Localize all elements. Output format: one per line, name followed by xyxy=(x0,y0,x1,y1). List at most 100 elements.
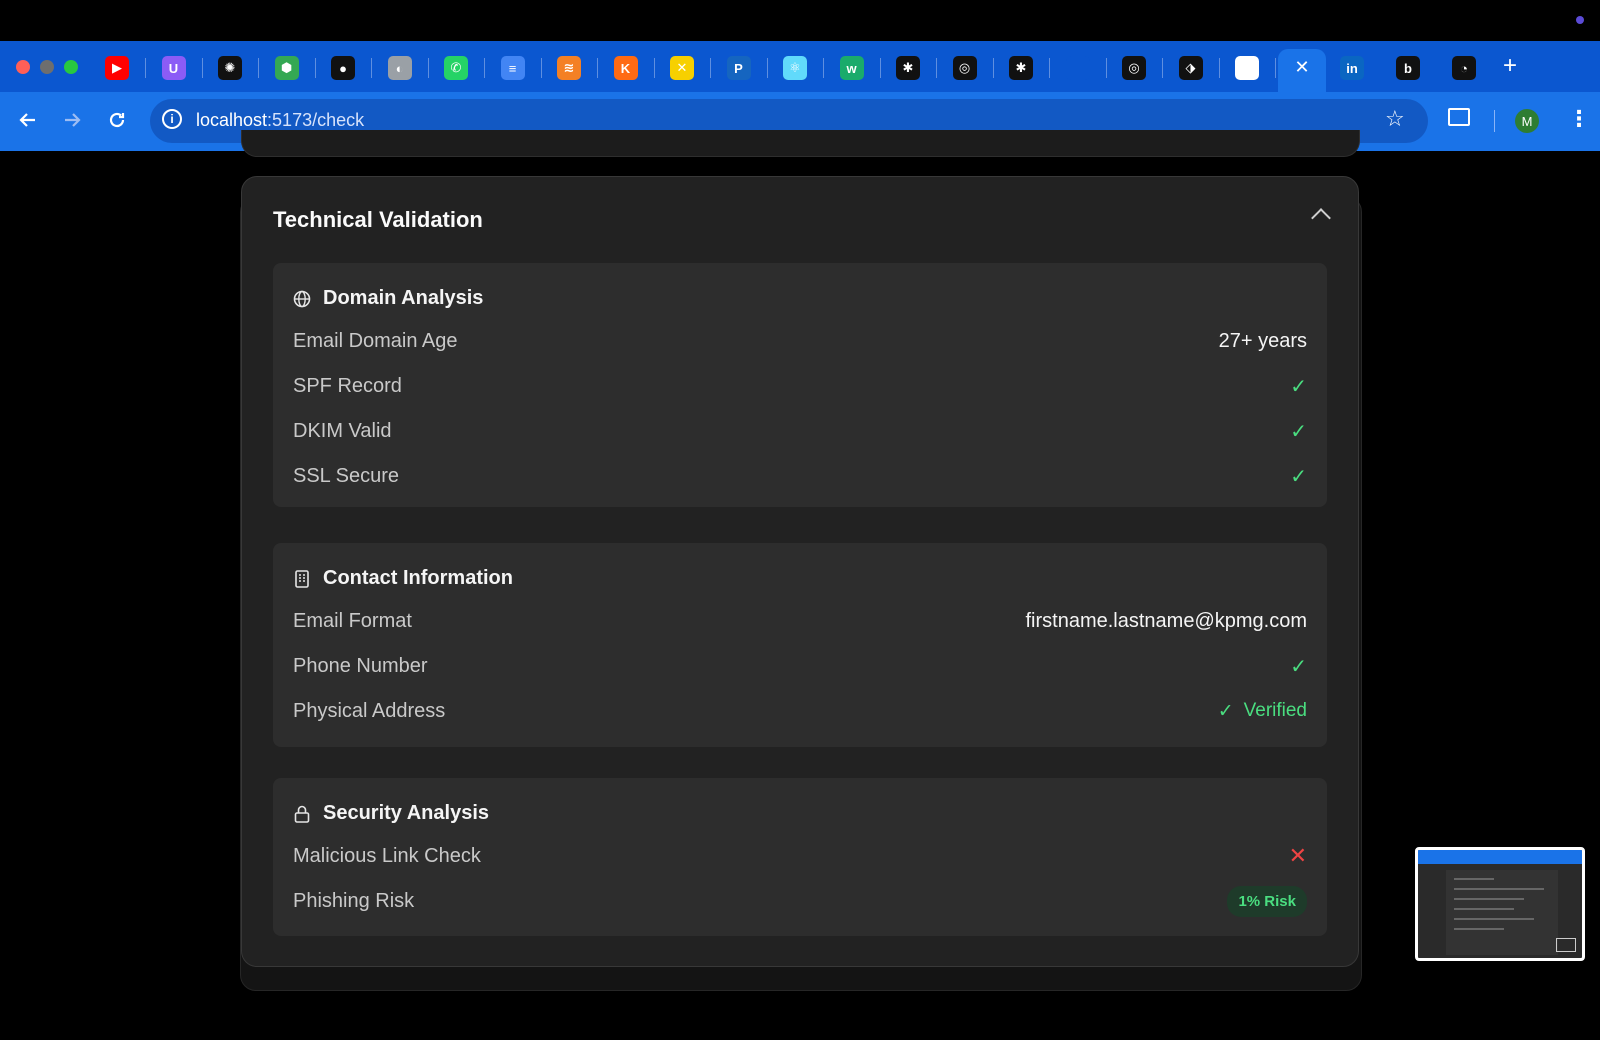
more-menu-icon[interactable]: ⋮ xyxy=(1568,106,1590,132)
list-item: Email Domain Age 27+ years xyxy=(293,326,1307,356)
github-icon[interactable]: ● xyxy=(331,56,355,80)
list-item: Phone Number ✓ xyxy=(293,651,1307,681)
reload-button[interactable] xyxy=(102,105,132,135)
thumbnail-corner xyxy=(1556,938,1576,952)
status-dot xyxy=(1576,16,1584,24)
tab-separator xyxy=(879,58,881,78)
tab-separator xyxy=(710,58,711,78)
swirl-app-icon[interactable]: ◔ xyxy=(1452,56,1476,80)
forward-arrow-icon xyxy=(65,113,81,127)
cube-icon[interactable]: ⬢ xyxy=(274,56,299,80)
docs-icon[interactable]: ≡ xyxy=(500,56,525,80)
url-path: :5173/check xyxy=(267,110,365,130)
close-window-button[interactable] xyxy=(16,60,30,74)
shirt-app-icon[interactable]: ⬗ xyxy=(1178,56,1203,80)
check-icon: ✓ xyxy=(1290,465,1307,488)
tab-separator xyxy=(371,58,372,78)
back-arrow-icon xyxy=(19,113,35,127)
row-value: 27+ years xyxy=(1218,329,1307,352)
risk-badge: 1% Risk xyxy=(1227,885,1307,917)
yellow-app-icon[interactable]: ✕ xyxy=(670,56,694,80)
tab-separator xyxy=(427,58,429,78)
youtube-icon[interactable]: ▶ xyxy=(105,56,129,80)
building-icon xyxy=(293,569,311,588)
check-icon: ✓ xyxy=(1290,420,1307,443)
section-title: Security Analysis xyxy=(323,802,490,824)
row-label: SSL Secure xyxy=(293,464,399,487)
thumbnail-line xyxy=(1454,898,1524,900)
whatsapp-icon[interactable]: ✆ xyxy=(444,56,468,80)
list-item: Email Format firstname.lastname@kpmg.com xyxy=(293,606,1307,636)
forward-button[interactable] xyxy=(57,105,87,135)
tab-separator xyxy=(936,58,937,78)
contact-information-section: Contact Information Email Format firstna… xyxy=(273,543,1327,747)
url-text[interactable]: localhost:5173/check xyxy=(196,110,364,131)
blank-tab-icon[interactable] xyxy=(1065,56,1090,80)
site-info-icon[interactable]: i xyxy=(162,109,182,129)
tab-separator xyxy=(766,58,768,78)
row-label: Phishing Risk xyxy=(293,889,415,912)
react-icon[interactable]: ⚛ xyxy=(783,56,807,80)
tab-separator xyxy=(145,58,146,78)
cross-icon: ✕ xyxy=(1288,843,1307,868)
minimize-window-button[interactable] xyxy=(40,60,54,74)
k-app-icon[interactable]: K xyxy=(613,56,638,80)
tab-separator xyxy=(823,58,824,78)
list-item: Physical Address ✓ Verified xyxy=(293,696,1307,726)
section-title: Domain Analysis xyxy=(323,287,484,309)
globe-icon xyxy=(293,290,311,308)
tab-separator xyxy=(201,58,203,78)
tab-separator xyxy=(1049,58,1050,78)
maximize-window-button[interactable] xyxy=(64,60,78,74)
perplexity-icon[interactable]: ✱ xyxy=(896,56,920,80)
domain-analysis-section: Domain Analysis Email Domain Age 27+ yea… xyxy=(273,263,1327,507)
system-menu-bar xyxy=(0,0,1600,41)
row-label: Email Format xyxy=(293,609,412,632)
security-analysis-section: Security Analysis Malicious Link Check ✕… xyxy=(273,778,1327,936)
ring-icon[interactable]: ◎ xyxy=(952,56,977,80)
p-app-icon[interactable]: P xyxy=(726,56,751,80)
screen-thumbnail[interactable] xyxy=(1415,847,1585,961)
u-app-icon[interactable]: U xyxy=(161,56,186,80)
close-tab-icon[interactable]: ✕ xyxy=(1278,57,1326,78)
tab-separator xyxy=(314,58,316,78)
linkedin-icon[interactable]: in xyxy=(1340,56,1364,80)
row-label: Physical Address xyxy=(293,699,446,722)
active-tab[interactable]: ✕ xyxy=(1278,49,1326,92)
reload-icon xyxy=(109,112,125,128)
perplexity-icon-2[interactable]: ✱ xyxy=(1009,56,1033,80)
toolbar-divider xyxy=(1494,110,1495,132)
ring-icon-2[interactable]: ◎ xyxy=(1122,56,1146,80)
tab-separator xyxy=(258,58,259,78)
bookmark-star-icon[interactable]: ☆ xyxy=(1385,106,1405,132)
chrome-icon[interactable]: ◉ xyxy=(1235,56,1259,80)
tab-separator xyxy=(1105,58,1107,78)
profile-avatar[interactable]: M xyxy=(1515,109,1539,133)
openai-icon[interactable]: ✺ xyxy=(218,56,242,80)
check-icon: ✓ xyxy=(1290,375,1307,398)
row-value: firstname.lastname@kpmg.com xyxy=(1025,609,1307,632)
thumbnail-toolbar xyxy=(1418,850,1582,864)
collapse-chevron-icon[interactable] xyxy=(1311,208,1331,228)
technical-validation-card: Technical Validation Domain Analysis Ema… xyxy=(241,176,1359,967)
list-item: Malicious Link Check ✕ xyxy=(293,841,1307,871)
w-app-icon[interactable]: w xyxy=(839,56,864,80)
globe-icon[interactable]: ◐ xyxy=(387,56,412,80)
tab-separator xyxy=(653,58,655,78)
new-tab-button[interactable]: + xyxy=(1503,52,1517,80)
tab-separator xyxy=(992,58,994,78)
back-button[interactable] xyxy=(13,105,43,135)
section-title: Contact Information xyxy=(323,567,513,589)
tab-search-icon[interactable] xyxy=(1448,108,1470,126)
previous-card-edge xyxy=(241,130,1360,157)
stack-icon[interactable]: ≋ xyxy=(557,56,581,80)
b-app-icon[interactable]: b xyxy=(1396,56,1420,80)
tab-separator xyxy=(1162,58,1163,78)
tab-separator xyxy=(597,58,598,78)
row-label: Phone Number xyxy=(293,654,428,677)
tab-separator xyxy=(1275,58,1276,78)
verified-status: ✓ Verified xyxy=(1218,700,1307,723)
check-icon: ✓ xyxy=(1217,700,1234,722)
row-label: Malicious Link Check xyxy=(293,844,481,867)
row-label: DKIM Valid xyxy=(293,419,392,442)
